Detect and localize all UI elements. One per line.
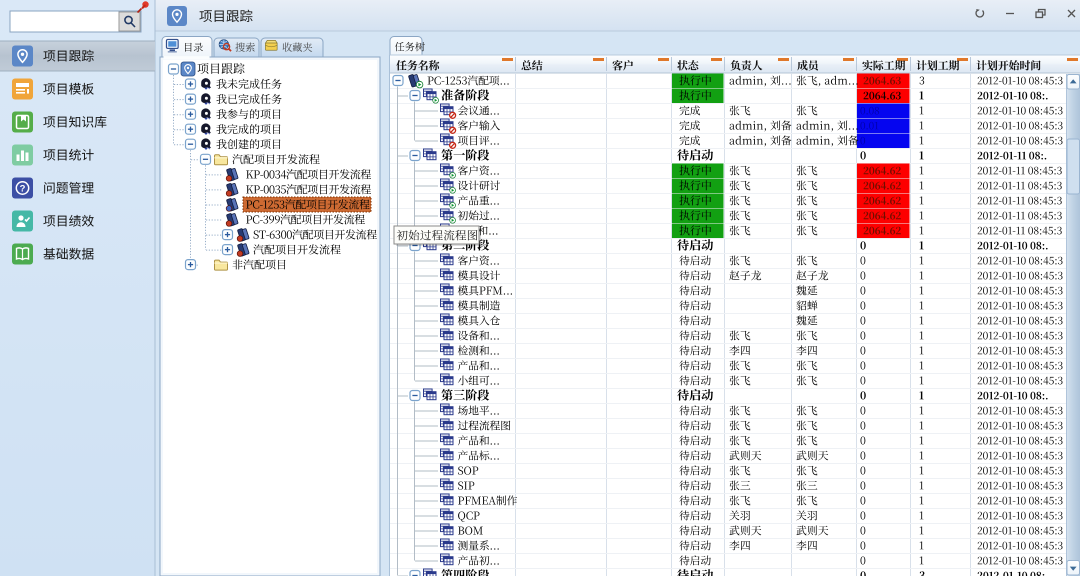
svg-text:?: ? (20, 184, 26, 195)
